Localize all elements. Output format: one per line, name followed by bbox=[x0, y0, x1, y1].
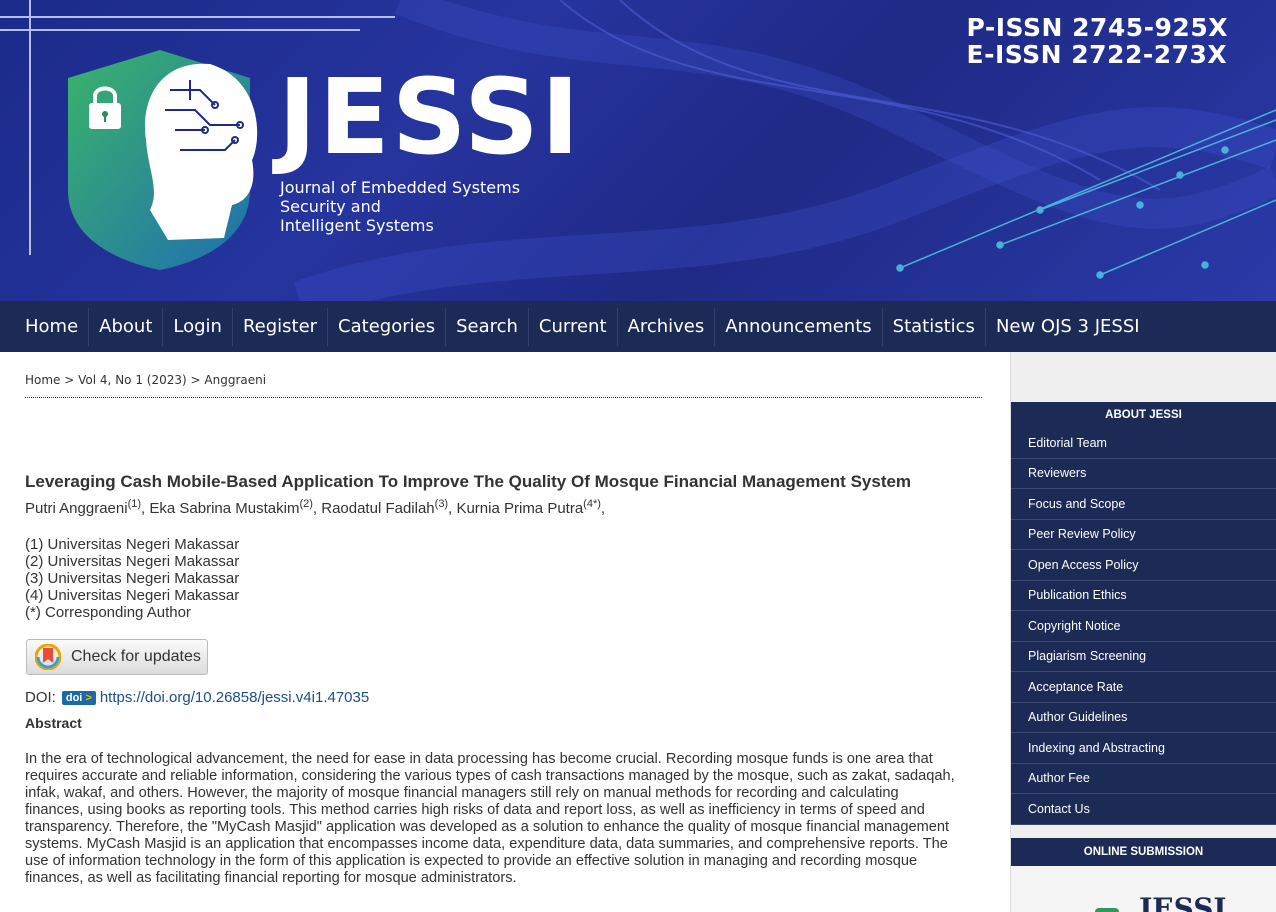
author-affil-ref: (2) bbox=[299, 498, 313, 510]
affiliation-item: (*) Corresponding Author bbox=[25, 604, 191, 621]
abstract-line: requires accurate and reliable informati… bbox=[25, 768, 955, 784]
journal-full-name: Journal of Embedded Systems Security and… bbox=[280, 178, 520, 235]
author-name: Raodatul Fadilah bbox=[321, 500, 435, 517]
author-affil-ref: (4*) bbox=[583, 498, 601, 510]
sidebar-item-focus-scope[interactable]: Focus and Scope bbox=[1011, 489, 1276, 520]
issn-online: E-ISSN 2722-273X bbox=[966, 40, 1228, 69]
affiliation-item: (1) Universitas Negeri Makassar bbox=[25, 536, 240, 553]
article-title: Leveraging Cash Mobile-Based Application… bbox=[25, 472, 912, 491]
author-list: Putri Anggraeni(1), Eka Sabrina Mustakim… bbox=[25, 498, 606, 517]
sidebar-about-heading: ABOUT JESSI bbox=[1011, 402, 1276, 428]
abstract-line: use of information technology in the for… bbox=[25, 853, 918, 869]
abstract-line: infak, wakaf, and others. However, the m… bbox=[25, 785, 899, 801]
doi-badge-text: doi bbox=[65, 691, 83, 704]
check-for-updates-label: Check for updates bbox=[71, 648, 201, 665]
sidebar-item-author-fee[interactable]: Author Fee bbox=[1011, 763, 1276, 794]
affiliation-item: (2) Universitas Negeri Makassar bbox=[25, 553, 240, 570]
breadcrumb-home[interactable]: Home bbox=[25, 373, 60, 387]
submission-logo[interactable]: JESSI bbox=[1011, 866, 1276, 912]
abstract-line: finances, as well as facilitating financ… bbox=[25, 870, 517, 886]
doi-badge-icon: doi > bbox=[61, 690, 96, 705]
journal-logo-title: JESSI bbox=[278, 56, 582, 178]
doi-link[interactable]: https://doi.org/10.26858/jessi.v4i1.4703… bbox=[100, 689, 369, 706]
sidebar-item-publication-ethics[interactable]: Publication Ethics bbox=[1011, 580, 1276, 611]
sidebar: ABOUT JESSI Editorial Team Reviewers Foc… bbox=[1010, 352, 1276, 912]
abstract-line: transparency. Therefore, the "MyCash Mas… bbox=[25, 819, 950, 835]
abstract-text: In the era of technological advancement,… bbox=[25, 751, 985, 887]
nav-search[interactable]: Search bbox=[445, 307, 528, 346]
sidebar-item-author-guidelines[interactable]: Author Guidelines bbox=[1011, 702, 1276, 733]
author-affil-ref: (3) bbox=[434, 498, 449, 510]
breadcrumb-current[interactable]: Anggraeni bbox=[204, 373, 266, 387]
breadcrumb-separator: > bbox=[190, 373, 201, 387]
author-name: Eka Sabrina Mustakim bbox=[149, 500, 300, 517]
breadcrumb-divider bbox=[25, 397, 982, 398]
sidebar-item-plagiarism[interactable]: Plagiarism Screening bbox=[1011, 641, 1276, 672]
journal-name-line: Security and bbox=[280, 197, 381, 216]
sidebar-submission-heading: ONLINE SUBMISSION bbox=[1011, 838, 1276, 866]
nav-categories[interactable]: Categories bbox=[327, 307, 445, 346]
issn-block: P-ISSN 2745-925X E-ISSN 2722-273X bbox=[967, 14, 1229, 68]
breadcrumb: Home > Vol 4, No 1 (2023) > Anggraeni bbox=[25, 373, 266, 387]
nav-login[interactable]: Login bbox=[162, 307, 232, 346]
author-name: Putri Anggraeni bbox=[25, 500, 128, 517]
crossmark-icon bbox=[35, 644, 61, 670]
sidebar-item-copyright[interactable]: Copyright Notice bbox=[1011, 611, 1276, 642]
submission-logo-text: JESSI bbox=[1139, 892, 1227, 912]
affiliation-item: (4) Universitas Negeri Makassar bbox=[25, 587, 240, 604]
sidebar-item-reviewers[interactable]: Reviewers bbox=[1011, 458, 1276, 489]
nav-statistics[interactable]: Statistics bbox=[881, 307, 985, 346]
sidebar-item-peer-review[interactable]: Peer Review Policy bbox=[1011, 519, 1276, 550]
abstract-line: finances, using books as reporting tools… bbox=[25, 802, 925, 818]
sidebar-about-menu: Editorial Team Reviewers Focus and Scope… bbox=[1011, 428, 1276, 825]
abstract-heading: Abstract bbox=[25, 715, 82, 731]
abstract-line: systems. MyCash Masjid is an application… bbox=[25, 836, 948, 852]
abstract-line: In the era of technological advancement,… bbox=[25, 751, 933, 767]
header-banner: P-ISSN 2745-925X E-ISSN 2722-273X JESSI … bbox=[0, 0, 1276, 301]
journal-name-line: Journal of Embedded Systems bbox=[280, 178, 521, 197]
sidebar-item-open-access[interactable]: Open Access Policy bbox=[1011, 550, 1276, 581]
breadcrumb-issue[interactable]: Vol 4, No 1 (2023) bbox=[78, 373, 187, 387]
breadcrumb-separator: > bbox=[64, 373, 75, 387]
nav-new-ojs[interactable]: New OJS 3 JESSI bbox=[984, 307, 1150, 346]
sidebar-item-contact[interactable]: Contact Us bbox=[1011, 794, 1276, 825]
affiliation-list: (1) Universitas Negeri Makassar (2) Univ… bbox=[25, 536, 239, 621]
affiliation-item: (3) Universitas Negeri Makassar bbox=[25, 570, 240, 587]
author-name: Kurnia Prima Putra bbox=[456, 500, 584, 517]
nav-current[interactable]: Current bbox=[527, 307, 617, 346]
nav-about[interactable]: About bbox=[88, 307, 162, 346]
doi-label: DOI: bbox=[25, 689, 56, 706]
sidebar-item-indexing[interactable]: Indexing and Abstracting bbox=[1011, 733, 1276, 764]
check-for-updates-button[interactable]: Check for updates bbox=[26, 639, 208, 675]
journal-name-line: Intelligent Systems bbox=[280, 216, 434, 235]
logo-mark-icon bbox=[1095, 908, 1119, 912]
nav-archives[interactable]: Archives bbox=[616, 307, 715, 346]
sidebar-item-acceptance-rate[interactable]: Acceptance Rate bbox=[1011, 672, 1276, 703]
nav-home[interactable]: Home bbox=[25, 308, 88, 346]
nav-register[interactable]: Register bbox=[231, 307, 327, 346]
main-nav: Home About Login Register Categories Sea… bbox=[0, 301, 1276, 352]
doi-line: DOI: doi > https://doi.org/10.26858/jess… bbox=[25, 689, 369, 706]
sidebar-item-editorial-team[interactable]: Editorial Team bbox=[1011, 428, 1276, 459]
author-affil-ref: (1) bbox=[127, 498, 142, 510]
issn-print: P-ISSN 2745-925X bbox=[966, 13, 1228, 42]
nav-announcements[interactable]: Announcements bbox=[714, 307, 881, 346]
